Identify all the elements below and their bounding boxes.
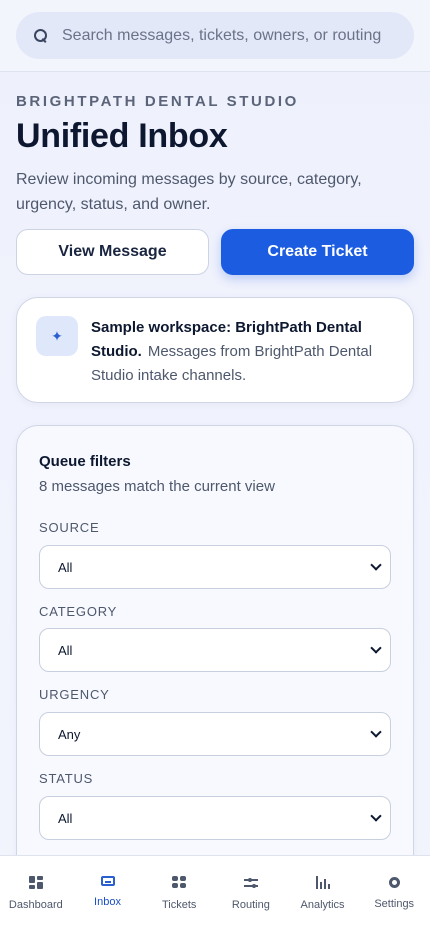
nav-item-tickets[interactable]: Tickets xyxy=(143,856,215,928)
bottom-navigation: Dashboard Inbox Tickets Routing Analytic… xyxy=(0,855,430,928)
nav-label-settings: Settings xyxy=(374,898,415,910)
view-message-button[interactable]: View Message xyxy=(16,229,209,275)
search-input[interactable] xyxy=(62,26,382,45)
inbox-icon xyxy=(100,876,115,886)
urgency-select[interactable]: Any xyxy=(39,712,391,756)
top-bar xyxy=(0,0,430,72)
nav-item-analytics[interactable]: Analytics xyxy=(287,856,359,928)
nav-label-tickets: Tickets xyxy=(161,899,197,911)
source-select[interactable]: All xyxy=(39,545,391,589)
sample-workspace-notice: ✦ Sample workspace: BrightPath Dental St… xyxy=(16,297,414,403)
source-label: SOURCE xyxy=(39,520,100,535)
page-title: Unified Inbox xyxy=(16,117,228,155)
search-bar[interactable] xyxy=(16,12,414,59)
nav-label-routing: Routing xyxy=(231,899,270,911)
settings-icon xyxy=(388,877,400,888)
sparkle-icon: ✦ xyxy=(36,316,78,356)
nav-label-inbox: Inbox xyxy=(94,896,121,908)
dashboard-icon xyxy=(28,876,43,889)
nav-item-inbox[interactable]: Inbox xyxy=(72,856,144,928)
nav-label-dashboard: Dashboard xyxy=(8,899,63,911)
status-select[interactable]: All xyxy=(39,796,391,840)
urgency-label: URGENCY xyxy=(39,687,110,702)
create-ticket-button[interactable]: Create Ticket xyxy=(221,229,414,275)
search-icon xyxy=(34,28,48,43)
filters-match-count: 8 messages match the current view xyxy=(39,478,275,495)
tickets-icon xyxy=(172,876,187,889)
nav-label-analytics: Analytics xyxy=(300,899,345,911)
status-label: STATUS xyxy=(39,771,94,786)
queue-filters-panel: Queue filters 8 messages match the curre… xyxy=(16,425,414,928)
workspace-name: BRIGHTPATH DENTAL STUDIO xyxy=(16,93,299,110)
category-label: CATEGORY xyxy=(39,604,118,619)
page-subtitle: Review incoming messages by source, cate… xyxy=(16,171,362,213)
analytics-icon xyxy=(315,876,330,889)
nav-item-routing[interactable]: Routing xyxy=(215,856,287,928)
notice-text: Sample workspace: BrightPath Dental Stud… xyxy=(91,316,401,388)
routing-icon xyxy=(243,876,258,889)
category-select[interactable]: All xyxy=(39,628,391,672)
nav-item-dashboard[interactable]: Dashboard xyxy=(0,856,72,928)
nav-item-settings[interactable]: Settings xyxy=(358,856,430,928)
filters-title: Queue filters xyxy=(39,453,131,470)
